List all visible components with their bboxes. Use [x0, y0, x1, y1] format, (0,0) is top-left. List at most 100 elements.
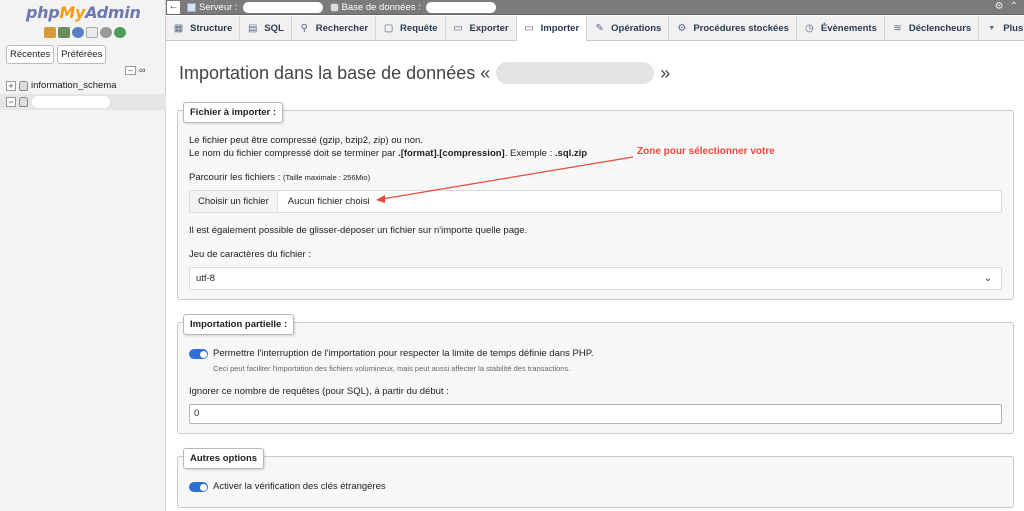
- breadcrumb-server[interactable]: Serveur :: [187, 1, 323, 13]
- logo-my: My: [59, 3, 86, 22]
- topbar-controls: ⚙ ⌃: [995, 1, 1018, 12]
- tab-triggers[interactable]: ≋ Déclencheurs: [885, 16, 980, 41]
- breadcrumb-server-label: Serveur :: [199, 1, 238, 13]
- back-arrow-icon[interactable]: ←: [167, 0, 180, 14]
- export-icon: ▭: [453, 23, 463, 34]
- sql-query-icon[interactable]: [58, 27, 70, 38]
- partial-import-section: Importation partielle : Permettre l'inte…: [177, 314, 1014, 434]
- section-legend: Importation partielle :: [183, 314, 295, 335]
- breadcrumb-bar: ← Serveur : Base de données : ⚙ ⌃: [166, 0, 1024, 15]
- docs-icon[interactable]: [86, 27, 98, 38]
- drag-drop-info: Il est également possible de glisser-dép…: [189, 225, 528, 236]
- collapse-all-icon[interactable]: −: [125, 65, 136, 75]
- routines-icon: ⚙: [677, 23, 687, 34]
- choose-file-button[interactable]: Choisir un fichier: [190, 191, 278, 212]
- chevron-down-icon: ⌄: [983, 273, 992, 284]
- reload-icon[interactable]: [114, 27, 126, 38]
- search-icon: ⚲: [300, 23, 308, 34]
- collapse-top-icon[interactable]: ⌃: [1010, 1, 1018, 12]
- recent-button[interactable]: Récentes: [6, 45, 55, 64]
- tab-sql[interactable]: ▤ SQL: [240, 16, 292, 41]
- tab-label: Exporter: [469, 23, 509, 34]
- breadcrumb-database[interactable]: Base de données :: [329, 1, 496, 13]
- allow-interrupt-toggle[interactable]: [189, 349, 208, 359]
- redacted-database-name: [496, 62, 655, 84]
- browse-label: Parcourir les fichiers : (Taille maximal…: [189, 172, 371, 183]
- database-icon: [19, 97, 28, 107]
- no-file-chosen: Aucun fichier choisi: [287, 196, 370, 207]
- tab-routines[interactable]: ⚙ Procédures stockées: [669, 16, 797, 41]
- compression-info: Le fichier peut être compressé (gzip, bz…: [189, 135, 423, 146]
- favorites-button[interactable]: Préférées: [57, 45, 107, 64]
- tab-events[interactable]: ◷ Évènements: [797, 16, 885, 41]
- tab-export[interactable]: ▭ Exporter: [446, 16, 517, 41]
- foreign-key-check-toggle[interactable]: [189, 482, 208, 492]
- database-icon: [329, 2, 339, 12]
- sidebar-quick-icons: [44, 27, 126, 38]
- allow-interrupt-label: Permettre l'interruption de l'importatio…: [213, 348, 594, 359]
- section-legend: Autres options: [183, 448, 265, 469]
- charset-select[interactable]: utf-8 ⌄: [189, 267, 1002, 290]
- tab-structure[interactable]: ▦ Structure: [166, 16, 241, 41]
- settings-icon[interactable]: [100, 27, 112, 38]
- sql-icon: ▤: [248, 23, 258, 34]
- caret-down-icon: ▼: [988, 25, 996, 32]
- phpmyadmin-logo[interactable]: phpMyAdmin: [26, 3, 141, 22]
- skip-queries-input[interactable]: 0: [189, 404, 1002, 424]
- help-icon[interactable]: [72, 27, 84, 38]
- skip-queries-label: Ignorer ce nombre de requêtes (pour SQL)…: [189, 386, 449, 397]
- tab-operations[interactable]: ✎ Opérations: [587, 16, 670, 41]
- sidebar-tabs: Récentes Préférées: [6, 45, 107, 64]
- page-title: Importation dans la base de données « »: [179, 62, 670, 84]
- structure-icon: ▦: [173, 23, 184, 34]
- tab-label: SQL: [264, 23, 284, 34]
- other-options-section: Autres options Activer la vérification d…: [177, 448, 1014, 508]
- triggers-icon: ≋: [893, 23, 902, 34]
- tab-label: Requête: [400, 23, 438, 34]
- link-icon[interactable]: ∞: [139, 65, 145, 75]
- charset-label: Jeu de caractères du fichier :: [189, 249, 311, 260]
- annotation-text: Zone pour sélectionner votre: [637, 146, 775, 157]
- navigation-sidebar: phpMyAdmin Récentes Préférées − ∞ + info…: [0, 0, 166, 511]
- expand-icon[interactable]: +: [6, 80, 16, 91]
- tree-item-information-schema[interactable]: + information_schema: [6, 80, 117, 91]
- database-icon: [19, 80, 28, 91]
- tree-item-current-db[interactable]: −: [0, 94, 166, 110]
- tab-label: Déclencheurs: [908, 23, 972, 34]
- page-title-suffix: »: [660, 62, 671, 83]
- tab-import[interactable]: ▭ Importer: [516, 16, 588, 42]
- import-icon: ▭: [524, 23, 534, 34]
- allow-interrupt-note: Ceci peut faciliter l'importation des fi…: [213, 364, 571, 373]
- main-content: Importation dans la base de données « » …: [166, 42, 1024, 511]
- logo-admin: Admin: [85, 3, 141, 22]
- tab-label: Plus: [1003, 23, 1024, 34]
- query-icon: ▢: [383, 23, 394, 34]
- breadcrumb-database-label: Base de données :: [341, 1, 421, 13]
- redacted-database-name: [425, 1, 496, 13]
- tab-label: Opérations: [611, 23, 662, 34]
- file-to-import-section: Fichier à importer : Le fichier peut êtr…: [177, 102, 1014, 300]
- home-icon[interactable]: [44, 27, 56, 38]
- clock-icon: ◷: [805, 23, 814, 34]
- wrench-icon: ✎: [595, 23, 604, 34]
- redacted-server-name: [242, 1, 323, 13]
- tab-label: Importer: [540, 23, 580, 34]
- server-icon: [187, 2, 196, 12]
- foreign-key-check-label: Activer la vérification des clés étrangè…: [213, 481, 386, 492]
- tree-tools: − ∞: [125, 65, 145, 75]
- tab-label: Structure: [190, 23, 233, 34]
- charset-selected-value: utf-8: [196, 273, 216, 284]
- gear-icon[interactable]: ⚙: [995, 1, 1004, 12]
- tab-label: Procédures stockées: [693, 23, 789, 34]
- tab-more[interactable]: ▼ Plus: [979, 16, 1024, 41]
- logo-php: php: [26, 3, 60, 22]
- collapse-icon[interactable]: −: [6, 97, 16, 107]
- main-tabs: ▦ Structure ▤ SQL ⚲ Rechercher ▢ Requête ▭ Ex…: [166, 16, 1024, 42]
- tab-search[interactable]: ⚲ Rechercher: [292, 16, 377, 41]
- tab-query[interactable]: ▢ Requête: [376, 16, 446, 41]
- section-legend: Fichier à importer :: [183, 102, 284, 123]
- tab-label: Évènements: [820, 23, 877, 34]
- compression-naming-info: Le nom du fichier compressé doit se term…: [189, 148, 588, 159]
- file-chooser[interactable]: Choisir un fichier Aucun fichier choisi: [189, 190, 1002, 213]
- tab-label: Rechercher: [315, 23, 369, 34]
